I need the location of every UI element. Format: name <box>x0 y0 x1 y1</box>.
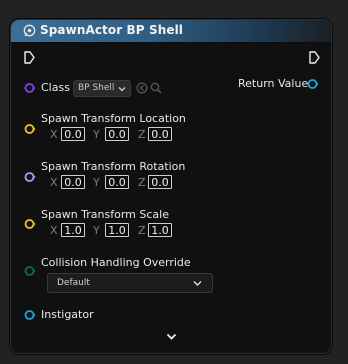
chevron-down-icon <box>118 87 126 92</box>
use-selected-asset-icon[interactable] <box>136 82 148 94</box>
scale-x-field[interactable]: 1.0 <box>61 223 85 237</box>
location-z-field[interactable]: 0.0 <box>148 127 172 141</box>
location-y-field[interactable]: 0.0 <box>105 127 129 141</box>
browse-asset-icon[interactable] <box>150 82 162 94</box>
exec-out-pin-icon[interactable] <box>309 51 320 64</box>
collision-pin-icon[interactable] <box>24 265 36 277</box>
rotation-x-axis: X <box>50 176 58 189</box>
node-title: SpawnActor BP Shell <box>40 23 184 37</box>
rotation-label: Spawn Transform Rotation <box>41 160 186 173</box>
spawn-actor-node[interactable]: SpawnActor BP Shell Class BP Shell Retur… <box>10 19 332 354</box>
node-header[interactable]: SpawnActor BP Shell <box>11 20 331 43</box>
return-value-pin-icon[interactable] <box>307 78 319 90</box>
class-label: Class <box>41 81 70 94</box>
location-z-axis: Z <box>138 128 146 141</box>
class-select[interactable]: BP Shell <box>73 80 131 97</box>
class-pin-icon[interactable] <box>24 82 36 94</box>
scale-y-axis: Y <box>93 224 100 237</box>
rotation-z-field[interactable]: 0.0 <box>148 175 172 189</box>
location-pin-icon[interactable] <box>24 123 36 135</box>
function-icon <box>23 24 36 37</box>
rotation-y-field[interactable]: 0.0 <box>105 175 129 189</box>
scale-x-axis: X <box>50 224 58 237</box>
rotation-y-axis: Y <box>93 176 100 189</box>
rotation-x-field[interactable]: 0.0 <box>61 175 85 189</box>
instigator-pin-icon[interactable] <box>24 309 36 321</box>
collision-dropdown-value: Default <box>57 278 90 288</box>
exec-in-pin-icon[interactable] <box>24 51 35 64</box>
collision-label: Collision Handling Override <box>41 256 191 269</box>
scale-z-axis: Z <box>138 224 146 237</box>
collision-dropdown[interactable]: Default <box>47 273 213 293</box>
chevron-down-icon[interactable] <box>166 333 177 341</box>
return-value-label: Return Value <box>238 77 309 90</box>
scale-pin-icon[interactable] <box>24 218 36 230</box>
location-y-axis: Y <box>93 128 100 141</box>
scale-z-field[interactable]: 1.0 <box>148 223 172 237</box>
scale-y-field[interactable]: 1.0 <box>105 223 129 237</box>
scale-label: Spawn Transform Scale <box>41 208 169 221</box>
location-x-axis: X <box>50 128 58 141</box>
chevron-down-icon <box>193 281 202 286</box>
location-x-field[interactable]: 0.0 <box>61 127 85 141</box>
rotation-pin-icon[interactable] <box>24 171 36 183</box>
rotation-z-axis: Z <box>138 176 146 189</box>
class-select-value: BP Shell <box>78 83 115 93</box>
instigator-label: Instigator <box>41 308 94 321</box>
location-label: Spawn Transform Location <box>41 112 186 125</box>
